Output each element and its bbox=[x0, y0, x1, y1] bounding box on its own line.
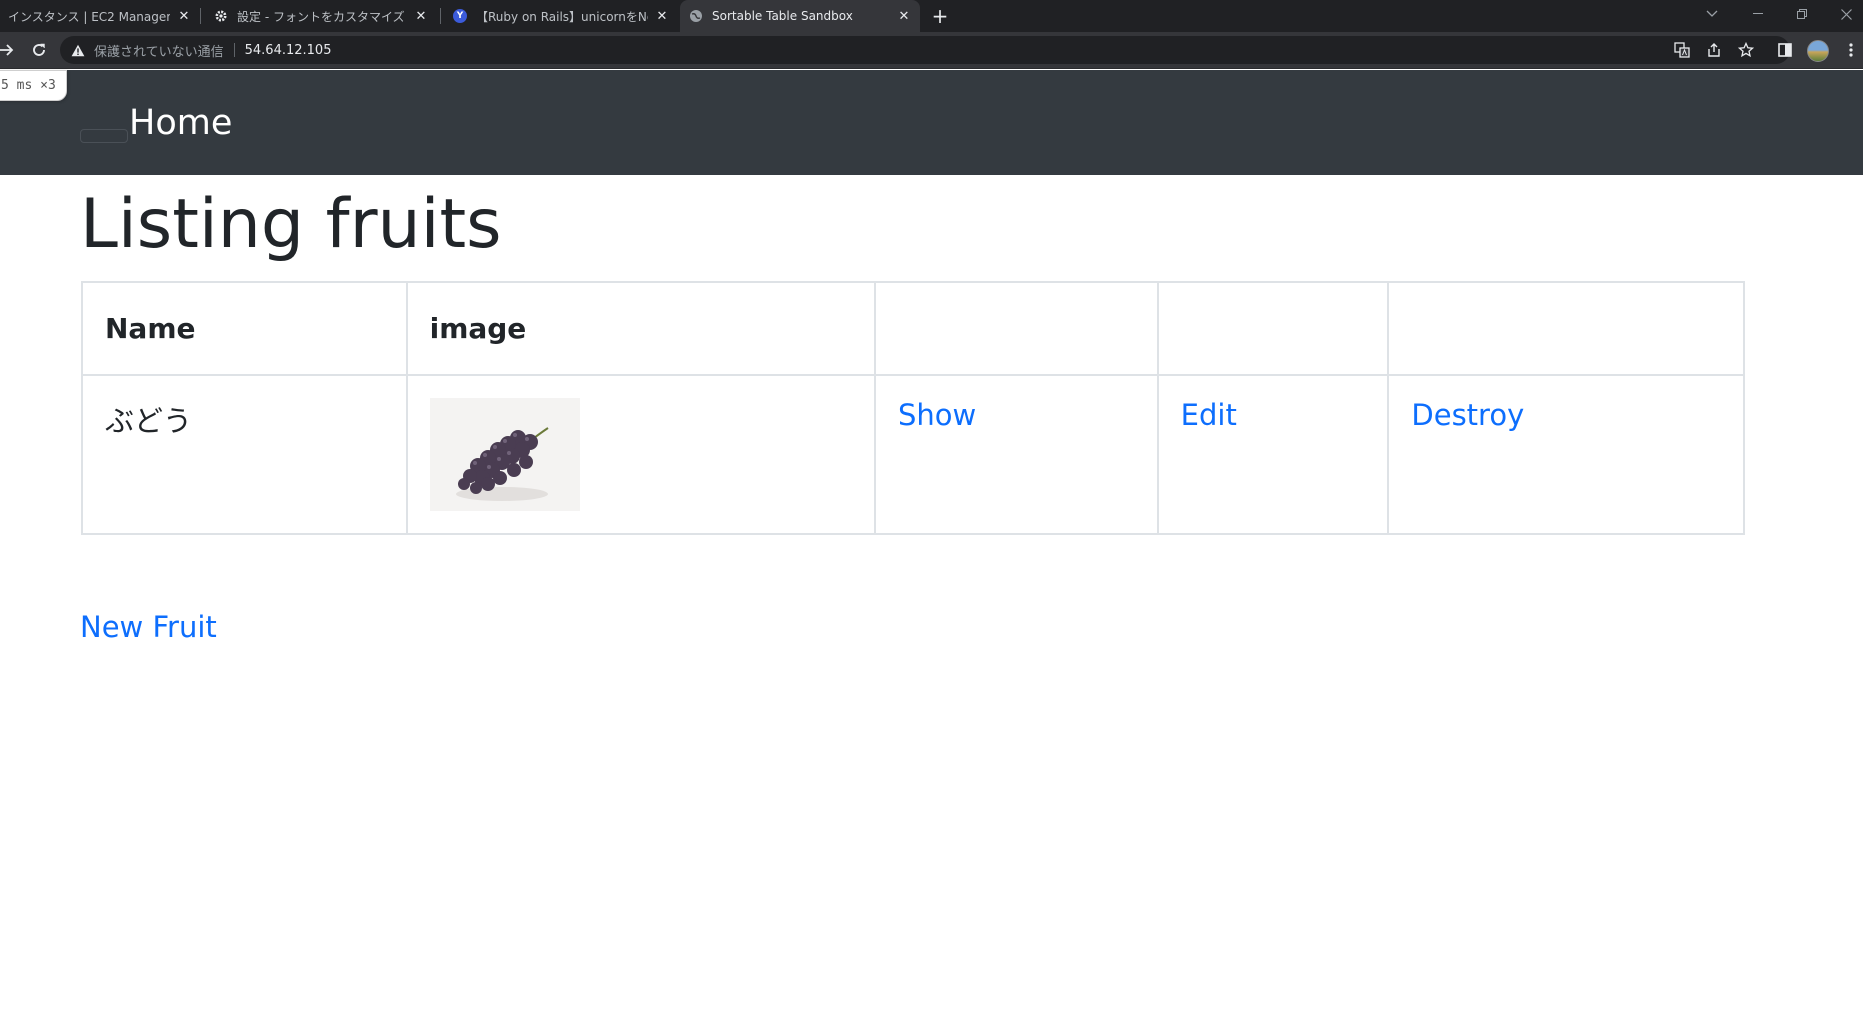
forward-icon[interactable] bbox=[0, 38, 18, 62]
tab-title: 【Ruby on Rails】unicornをNginx bbox=[476, 9, 648, 24]
edit-cell: Edit bbox=[1156, 374, 1390, 535]
kebab-menu-icon[interactable] bbox=[1840, 38, 1862, 62]
fruit-name: ぶどう bbox=[105, 404, 193, 438]
table-row: ぶどう Show Edit Destroy bbox=[81, 374, 1745, 535]
fruit-image-cell bbox=[405, 374, 877, 535]
window-close-icon[interactable] bbox=[1830, 0, 1862, 28]
globe-icon bbox=[688, 8, 704, 24]
restore-icon[interactable] bbox=[1786, 0, 1818, 28]
security-status-text[interactable]: 保護されていない通信 bbox=[94, 41, 224, 60]
minimize-icon[interactable] bbox=[1742, 0, 1774, 28]
navbar-brand-home[interactable]: Home bbox=[129, 102, 232, 144]
gear-icon bbox=[213, 8, 229, 24]
tab-settings-fonts[interactable]: 設定 - フォントをカスタマイズ ✕ bbox=[205, 0, 437, 32]
tab-ruby-on-rails-article[interactable]: Y 【Ruby on Rails】unicornをNginx ✕ bbox=[444, 0, 678, 32]
share-icon[interactable] bbox=[1703, 38, 1725, 62]
navbar-toggler[interactable] bbox=[80, 129, 128, 143]
column-header-show bbox=[874, 281, 1159, 376]
tab-sortable-table-sandbox[interactable]: Sortable Table Sandbox ✕ bbox=[680, 0, 920, 32]
tab-divider bbox=[200, 8, 201, 24]
tab-title: 設定 - フォントをカスタマイズ bbox=[237, 9, 405, 24]
column-header-name: Name bbox=[81, 281, 408, 376]
column-header-destroy bbox=[1387, 281, 1745, 376]
translate-icon[interactable] bbox=[1671, 38, 1693, 62]
column-header-image: image bbox=[405, 281, 877, 376]
fruits-table: Name image ぶどう Show Edit Destroy bbox=[81, 281, 1745, 535]
destroy-cell: Destroy bbox=[1387, 374, 1745, 535]
url-text[interactable]: 54.64.12.105 bbox=[245, 43, 332, 58]
close-icon[interactable]: ✕ bbox=[176, 8, 192, 24]
show-cell: Show bbox=[874, 374, 1159, 535]
destroy-link[interactable]: Destroy bbox=[1411, 398, 1524, 432]
close-icon[interactable]: ✕ bbox=[654, 8, 670, 24]
address-bar[interactable]: 保護されていない通信 54.64.12.105 bbox=[60, 36, 1790, 64]
navbar: Home bbox=[0, 70, 1863, 175]
show-link[interactable]: Show bbox=[898, 398, 976, 432]
tab-search-icon[interactable] bbox=[1696, 0, 1728, 28]
close-icon[interactable]: ✕ bbox=[413, 8, 429, 24]
grapes-image bbox=[429, 398, 580, 511]
edit-link[interactable]: Edit bbox=[1181, 398, 1237, 432]
omnibox-divider bbox=[233, 43, 235, 57]
close-icon[interactable]: ✕ bbox=[896, 8, 912, 24]
new-tab-button[interactable]: + bbox=[928, 4, 952, 28]
y-icon: Y bbox=[452, 8, 468, 24]
reload-icon[interactable] bbox=[27, 38, 51, 62]
bookmark-star-icon[interactable] bbox=[1735, 38, 1757, 62]
tab-title: インスタンス | EC2 Management Co bbox=[8, 9, 170, 24]
browser-tab-bar: インスタンス | EC2 Management Co ✕ 設定 - フォントをカ… bbox=[0, 0, 1863, 32]
page-title: Listing fruits bbox=[80, 185, 502, 264]
browser-toolbar: 保護されていない通信 54.64.12.105 bbox=[0, 32, 1863, 69]
tab-title: Sortable Table Sandbox bbox=[712, 9, 853, 23]
new-fruit-link[interactable]: New Fruit bbox=[80, 610, 217, 644]
fruit-name-cell: ぶどう bbox=[81, 374, 408, 535]
warning-icon[interactable] bbox=[70, 42, 86, 58]
table-header-row: Name image bbox=[81, 281, 1745, 376]
page-content: Home 5 ms ×3 Listing fruits Name image ぶ… bbox=[0, 70, 1863, 1031]
tab-divider bbox=[440, 8, 441, 24]
profiler-badge[interactable]: 5 ms ×3 bbox=[0, 70, 67, 101]
profile-avatar[interactable] bbox=[1807, 40, 1829, 62]
side-panel-icon[interactable] bbox=[1774, 38, 1796, 62]
column-header-edit bbox=[1156, 281, 1390, 376]
tab-ec2-instances[interactable]: インスタンス | EC2 Management Co ✕ bbox=[0, 0, 200, 32]
